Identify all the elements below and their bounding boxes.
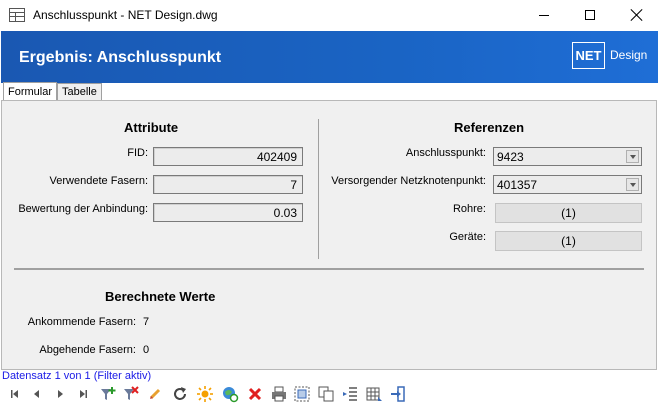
vertical-divider [318, 119, 319, 259]
berechnete-title: Berechnete Werte [105, 289, 216, 304]
versorgender-select[interactable]: 401357 [493, 175, 642, 194]
chevron-down-icon[interactable] [626, 178, 639, 191]
zoom-to-icon[interactable] [221, 385, 239, 403]
table-icon[interactable] [365, 385, 383, 403]
refresh-icon[interactable] [171, 385, 189, 403]
logo-box: NET [572, 42, 605, 69]
edit-icon[interactable] [146, 385, 164, 403]
verwendete-fasern-field[interactable]: 7 [153, 175, 303, 194]
ankommende-value: 7 [143, 316, 150, 328]
copy-icon[interactable] [317, 385, 335, 403]
title-bar: Anschlusspunkt - NET Design.dwg [0, 0, 659, 31]
maximize-icon [585, 10, 595, 20]
anschlusspunkt-value: 9423 [497, 150, 524, 164]
maximize-button[interactable] [567, 0, 613, 31]
geraete-button[interactable]: (1) [495, 231, 642, 251]
print-icon[interactable] [270, 385, 288, 403]
close-button[interactable] [613, 0, 659, 31]
referenzen-title: Referenzen [454, 120, 525, 135]
next-record-icon[interactable] [51, 385, 69, 403]
anschlusspunkt-select[interactable]: 9423 [493, 147, 642, 166]
remove-filter-icon[interactable] [122, 385, 140, 403]
abgehende-label: Abgehende Fasern: [39, 344, 136, 356]
table-app-icon [9, 8, 25, 22]
abgehende-value: 0 [143, 344, 150, 356]
last-record-icon[interactable] [74, 385, 92, 403]
select-icon[interactable] [293, 385, 311, 403]
versorgender-value: 401357 [497, 178, 538, 192]
tab-bar: Formular Tabelle [1, 82, 658, 101]
previous-record-icon[interactable] [28, 385, 46, 403]
compare-icon[interactable] [341, 385, 359, 403]
fid-field[interactable]: 402409 [153, 147, 303, 166]
tab-formular[interactable]: Formular [3, 82, 58, 101]
geraete-label: Geräte: [449, 231, 486, 243]
header-title: Ergebnis: Anschlusspunkt [19, 49, 222, 66]
add-filter-icon[interactable] [99, 385, 117, 403]
horizontal-divider [14, 268, 644, 270]
minimize-icon [539, 15, 549, 16]
highlight-icon[interactable] [196, 385, 214, 403]
bewertung-field[interactable]: 0.03 [153, 203, 303, 222]
result-header: Ergebnis: Anschlusspunkt NET Design [1, 31, 658, 83]
form-panel: Attribute FID: 402409 Verwendete Fasern:… [1, 100, 657, 370]
attribute-title: Attribute [124, 120, 179, 135]
first-record-icon[interactable] [6, 385, 24, 403]
verwendete-fasern-label: Verwendete Fasern: [49, 175, 148, 187]
window-title: Anschlusspunkt - NET Design.dwg [33, 8, 218, 22]
navigation-toolbar [0, 382, 659, 409]
close-icon [630, 8, 642, 22]
versorgender-label: Versorgender Netzknotenpunkt: [331, 175, 486, 187]
bewertung-label: Bewertung der Anbindung: [18, 203, 148, 215]
record-status: Datensatz 1 von 1 (Filter aktiv) [2, 370, 152, 382]
chevron-down-icon[interactable] [626, 150, 639, 163]
delete-icon[interactable] [246, 385, 264, 403]
ankommende-label: Ankommende Fasern: [27, 316, 136, 328]
logo-text: Design [610, 48, 648, 62]
minimize-button[interactable] [521, 0, 567, 31]
rohre-button[interactable]: (1) [495, 203, 642, 223]
anschlusspunkt-label: Anschlusspunkt: [405, 147, 486, 159]
rohre-label: Rohre: [452, 203, 486, 215]
exit-icon[interactable] [389, 385, 407, 403]
fid-label: FID: [127, 147, 148, 159]
tab-tabelle[interactable]: Tabelle [57, 83, 102, 101]
